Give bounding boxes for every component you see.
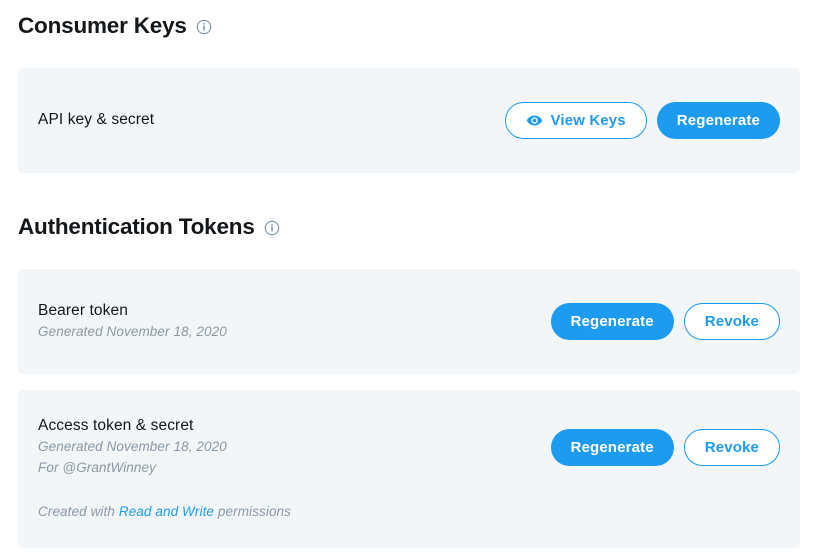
revoke-bearer-token-button-label: Revoke: [704, 313, 759, 330]
eye-icon: [526, 112, 543, 129]
bearer-token-card: Bearer token Generated November 18, 2020…: [18, 269, 800, 374]
bearer-token-generated-date: Generated November 18, 2020: [38, 323, 227, 339]
authentication-tokens-heading-label: Authentication Tokens: [18, 214, 255, 239]
bearer-token-card-actions: Regenerate Revoke: [550, 303, 780, 340]
access-token-generated-date: Generated November 18, 2020: [38, 439, 227, 455]
regenerate-api-key-button[interactable]: Regenerate: [656, 102, 780, 139]
access-token-card-body: Access token & secret Generated November…: [38, 416, 551, 479]
regenerate-api-key-button-label: Regenerate: [676, 112, 760, 129]
api-key-title: API key & secret: [38, 111, 155, 129]
api-key-card-body: API key & secret: [38, 110, 505, 131]
access-token-title: Access token & secret: [38, 417, 194, 435]
permissions-link[interactable]: Read and Write: [119, 504, 214, 519]
permissions-prefix: Created with: [38, 503, 119, 519]
access-token-card-actions: Regenerate Revoke: [550, 429, 780, 467]
view-keys-button-label: View Keys: [550, 112, 626, 129]
revoke-access-token-button[interactable]: Revoke: [683, 429, 780, 467]
regenerate-access-token-button[interactable]: Regenerate: [550, 429, 674, 467]
access-token-card: Access token & secret Generated November…: [18, 390, 800, 548]
access-token-permissions-text: Created with Read and Write permissions: [38, 504, 291, 519]
info-circle-icon[interactable]: [264, 220, 280, 236]
view-keys-button[interactable]: View Keys: [504, 102, 647, 139]
api-key-card-actions: View Keys Regenerate: [504, 102, 780, 139]
bearer-token-card-body: Bearer token Generated November 18, 2020: [38, 301, 551, 343]
api-key-card: API key & secret View Keys Regenerate: [18, 68, 800, 173]
bearer-token-title: Bearer token: [38, 301, 128, 319]
revoke-bearer-token-button[interactable]: Revoke: [683, 303, 780, 340]
regenerate-access-token-button-label: Regenerate: [570, 439, 654, 457]
info-circle-icon[interactable]: [196, 19, 212, 35]
consumer-keys-heading: Consumer Keys: [0, 13, 212, 38]
access-token-permissions-row: Created with Read and Write permissions: [38, 503, 780, 522]
keys-and-tokens-page: Consumer Keys API key & secret View Keys…: [0, 0, 818, 555]
regenerate-bearer-token-button[interactable]: Regenerate: [550, 303, 674, 340]
authentication-tokens-heading: Authentication Tokens: [0, 214, 280, 239]
access-token-owner: For @GrantWinney: [38, 460, 156, 476]
consumer-keys-heading-label: Consumer Keys: [18, 13, 187, 38]
permissions-suffix: permissions: [214, 503, 292, 519]
revoke-access-token-button-label: Revoke: [704, 439, 759, 457]
regenerate-bearer-token-button-label: Regenerate: [570, 313, 654, 330]
